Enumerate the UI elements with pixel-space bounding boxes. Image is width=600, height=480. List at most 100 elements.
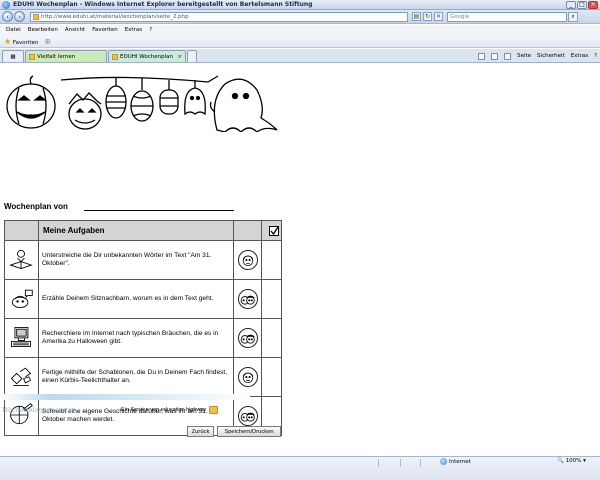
education-highway-logo-icon[interactable]: [209, 406, 219, 414]
tab-bar: ▦ Vielfalt lernen EDUHI Wochenplan × Sei…: [0, 49, 600, 63]
star-icon: ★: [4, 36, 12, 46]
save-print-button[interactable]: Speichern/Drucken: [217, 426, 281, 437]
tab-favicon-icon: [29, 53, 35, 60]
task-face-cell: [233, 279, 262, 319]
zone-label: Internet: [449, 458, 471, 465]
favorites-button[interactable]: ★ Favoriten: [4, 37, 38, 46]
task-icon-cell: [4, 357, 39, 397]
site-favicon-icon: [33, 13, 39, 20]
task-icon-cell: [4, 240, 39, 280]
favorites-label: Favoriten: [12, 39, 39, 46]
paper-lantern-icon: [159, 80, 179, 115]
globe-icon: [440, 458, 447, 465]
quick-tabs-button[interactable]: ▦: [2, 50, 24, 62]
task-face-cell: [233, 240, 262, 280]
menu-sicherheit[interactable]: Sicherheit: [537, 53, 565, 59]
task-checkbox[interactable]: [261, 357, 282, 397]
maximize-button[interactable]: □: [577, 0, 587, 9]
tasks-table: Meine Aufgaben Unterstreiche die Dir unb…: [4, 220, 282, 436]
wochenplangenerator-label: Wochenplangenerator: [2, 406, 75, 414]
pair-faces-icon: [237, 328, 258, 348]
service-line: Ein Service von education highway: [121, 406, 219, 414]
stop-icon[interactable]: ✕: [434, 12, 443, 21]
task-icon-cell: [4, 318, 39, 358]
zoom-value: 100%: [565, 458, 582, 464]
back-nav-button[interactable]: ‹: [2, 11, 13, 22]
task-face-cell: [233, 357, 262, 397]
window-controls: _ □ ×: [566, 0, 598, 9]
status-bar: Internet 🔍 100% ▾: [0, 456, 600, 480]
task-checkbox[interactable]: [261, 318, 282, 358]
task-checkbox[interactable]: [261, 279, 282, 319]
minimize-button[interactable]: _: [566, 0, 576, 9]
refresh-icon[interactable]: ↻: [423, 12, 432, 21]
reading-book-icon: [9, 249, 33, 269]
ghost-lantern-icon: [184, 80, 206, 116]
tab-label: Vielfalt lernen: [37, 53, 76, 60]
url-text: http://www.eduhi.at/material/wochenplan/…: [41, 13, 189, 20]
table-row: Unterstreiche die Dir unbekannten Wörter…: [4, 240, 282, 280]
single-child-face-icon: [237, 367, 258, 387]
add-favorite-icon[interactable]: ⊕: [44, 37, 51, 46]
close-tab-icon[interactable]: ×: [177, 54, 182, 60]
tab-vielfalt-lernen[interactable]: Vielfalt lernen: [25, 50, 107, 62]
feeds-icon[interactable]: [491, 52, 499, 60]
forward-nav-button[interactable]: ›: [14, 11, 25, 22]
pumpkin-icon: [68, 92, 102, 130]
status-divider: [400, 459, 401, 467]
tab-label: EDUHI Wochenplan: [120, 53, 173, 60]
close-window-button[interactable]: ×: [588, 0, 598, 9]
name-line: [84, 210, 234, 211]
table-header-title: Meine Aufgaben: [38, 220, 234, 241]
favorites-bar: ★ Favoriten ⊕: [0, 35, 600, 48]
single-child-face-icon: [237, 250, 258, 270]
url-field[interactable]: http://www.eduhi.at/material/wochenplan/…: [30, 11, 408, 22]
menu-extras[interactable]: Extras: [125, 27, 142, 33]
address-bar: ‹ › http://www.eduhi.at/material/wochenp…: [0, 10, 600, 24]
wochenplan-label: Wochenplan von: [4, 202, 68, 211]
menu-seite[interactable]: Seite: [517, 53, 531, 59]
task-text: Recherchiere im Internet nach typischen …: [38, 318, 234, 358]
security-zone[interactable]: Internet: [440, 458, 471, 465]
service-text: Ein Service von education highway: [121, 407, 207, 413]
pumpkin-icon: [6, 75, 56, 129]
window-title: EDUHI Wochenplan - Windows Internet Expl…: [13, 1, 313, 8]
table-row: Recherchiere im Internet nach typischen …: [4, 318, 282, 358]
task-text: Erzähle Deinem Sitznachbarn, worum es in…: [38, 279, 234, 319]
crafting-hands-icon: [10, 367, 32, 386]
header-face-cell: [233, 220, 262, 241]
home-icon[interactable]: [478, 52, 486, 60]
ghost-icon: [209, 78, 278, 132]
status-divider: [420, 459, 421, 467]
table-row: Fertige mithilfe der Schablonen, die Du …: [4, 357, 282, 397]
back-button[interactable]: Zurück: [187, 426, 214, 437]
task-text: Fertige mithilfe der Schablonen, die Du …: [38, 357, 234, 397]
help-icon[interactable]: ?: [594, 53, 597, 59]
task-icon-cell: [4, 279, 39, 319]
header-check-cell: [261, 220, 282, 241]
footer-divider: [0, 394, 250, 400]
pair-faces-icon: [237, 406, 258, 426]
task-checkbox[interactable]: [261, 240, 282, 280]
search-placeholder: Google: [450, 13, 470, 20]
paper-lantern-icon: [130, 78, 154, 122]
zoom-level[interactable]: 🔍 100% ▾: [557, 458, 586, 464]
menu-ansicht[interactable]: Ansicht: [65, 27, 85, 33]
menu-help[interactable]: ?: [149, 27, 152, 33]
menu-datei[interactable]: Datei: [6, 27, 21, 33]
tab-eduhi-wochenplan[interactable]: EDUHI Wochenplan ×: [108, 50, 186, 62]
menu-bearbeiten[interactable]: Bearbeiten: [28, 27, 58, 33]
search-input[interactable]: Google: [447, 11, 567, 22]
compatibility-icon[interactable]: ▤: [412, 12, 421, 21]
checkmark-icon: [268, 225, 279, 236]
status-divider: [378, 459, 379, 467]
talking-head-icon: [11, 289, 33, 308]
print-icon[interactable]: [504, 52, 512, 60]
window-titlebar: EDUHI Wochenplan - Windows Internet Expl…: [0, 0, 600, 10]
menu-extras-cmd[interactable]: Extras: [571, 53, 588, 59]
computer-icon: [11, 326, 31, 347]
new-tab-button[interactable]: [187, 50, 197, 62]
search-icon[interactable]: ⌕: [568, 11, 578, 22]
command-bar: Seite Sicherheit Extras ?: [478, 50, 600, 62]
menu-favoriten[interactable]: Favoriten: [92, 27, 117, 33]
